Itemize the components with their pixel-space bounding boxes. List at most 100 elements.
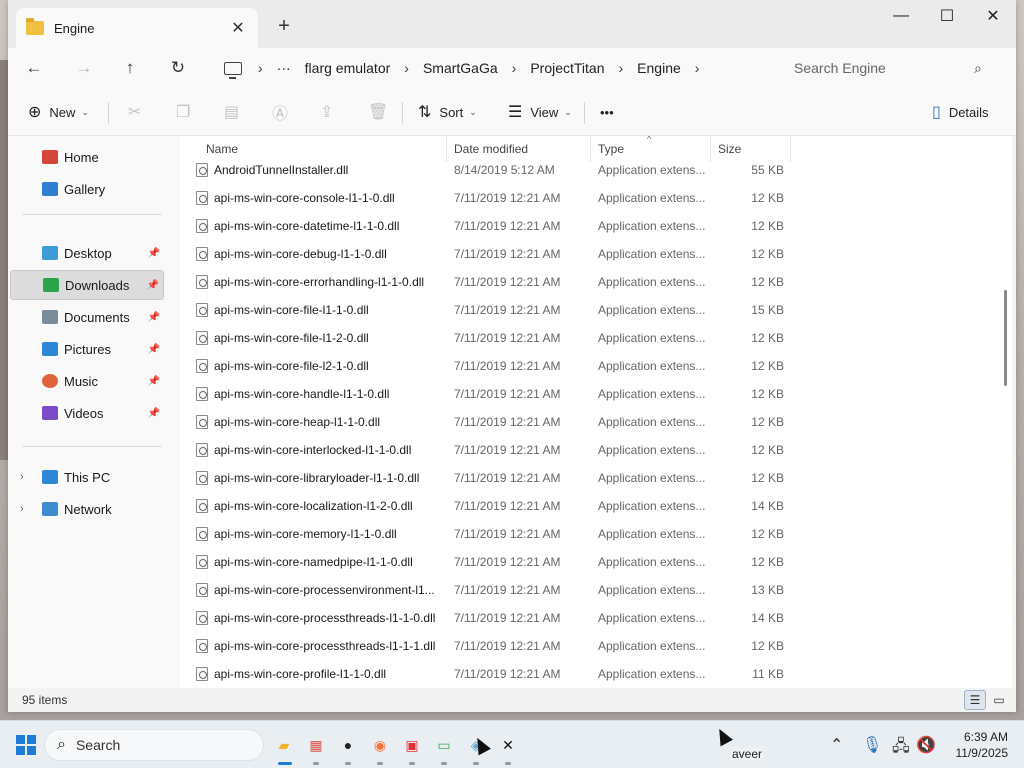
- forward-button[interactable]: →: [68, 52, 100, 84]
- details-view-button[interactable]: ☰: [964, 690, 986, 710]
- tiles-view-button[interactable]: ▭: [988, 690, 1010, 710]
- back-button[interactable]: ←: [18, 52, 50, 84]
- breadcrumb-engine[interactable]: Engine: [637, 60, 681, 76]
- table-row[interactable]: api-ms-win-core-memory-l1-1-0.dll 7/11/20…: [180, 520, 1000, 548]
- volume-muted-icon[interactable]: 🔇: [916, 735, 936, 755]
- table-row[interactable]: api-ms-win-core-processthreads-l1-1-1.dl…: [180, 632, 1000, 660]
- new-tab-button[interactable]: +: [270, 12, 298, 40]
- file-explorer-icon[interactable]: ▰: [270, 731, 298, 765]
- column-header-name[interactable]: Name: [206, 142, 238, 156]
- table-row[interactable]: api-ms-win-core-profile-l1-1-0.dll 7/11/2…: [180, 660, 1000, 688]
- search-box[interactable]: ⌕: [784, 52, 1004, 84]
- table-row[interactable]: api-ms-win-core-datetime-l1-1-0.dll 7/11/…: [180, 212, 1000, 240]
- sidebar-item-videos[interactable]: Videos 📌: [10, 398, 164, 428]
- sidebar-item-this-pc[interactable]: › This PC: [10, 462, 164, 492]
- sidebar-item-desktop[interactable]: Desktop 📌: [10, 238, 164, 268]
- pin-icon[interactable]: 📌: [148, 248, 160, 259]
- taskbar-search[interactable]: ⌕ Search: [44, 729, 264, 761]
- network-status-icon[interactable]: 🖧: [892, 735, 910, 762]
- microphone-icon[interactable]: 🎙: [862, 735, 882, 755]
- file-type: Application extens...: [598, 583, 706, 597]
- tab-engine[interactable]: Engine ✕: [16, 8, 258, 48]
- file-name: api-ms-win-core-errorhandling-l1-1-0.dll: [214, 275, 425, 289]
- chevron-right-icon[interactable]: ›: [20, 471, 24, 483]
- table-row[interactable]: api-ms-win-core-errorhandling-l1-1-0.dll…: [180, 268, 1000, 296]
- table-row[interactable]: api-ms-win-core-debug-l1-1-0.dll 7/11/201…: [180, 240, 1000, 268]
- search-input[interactable]: [794, 60, 974, 76]
- pin-icon[interactable]: 📌: [148, 408, 160, 419]
- chevron-right-icon[interactable]: ›: [20, 503, 24, 515]
- share-icon[interactable]: ⇪: [314, 96, 339, 128]
- table-row[interactable]: api-ms-win-core-localization-l1-2-0.dll 7…: [180, 492, 1000, 520]
- close-window-button[interactable]: ✕: [970, 0, 1016, 32]
- pin-icon[interactable]: 📌: [148, 376, 160, 387]
- paste-icon[interactable]: ▤: [218, 96, 245, 128]
- table-row[interactable]: api-ms-win-core-handle-l1-1-0.dll 7/11/20…: [180, 380, 1000, 408]
- firefox-icon[interactable]: ◉: [366, 731, 394, 765]
- sort-button[interactable]: ⇅ Sort ⌄: [412, 96, 483, 128]
- maximize-button[interactable]: ☐: [924, 0, 970, 32]
- capcut-icon[interactable]: ✕: [494, 731, 522, 765]
- file-date: 7/11/2019 12:21 AM: [454, 471, 561, 485]
- sidebar-item-downloads[interactable]: Downloads 📌: [10, 270, 164, 300]
- chevron-right-icon[interactable]: ›: [695, 60, 700, 76]
- remote-app-icon[interactable]: ▣: [398, 731, 426, 765]
- sidebar-item-pictures[interactable]: Pictures 📌: [10, 334, 164, 364]
- table-row[interactable]: api-ms-win-core-namedpipe-l1-1-0.dll 7/11…: [180, 548, 1000, 576]
- terminal-app-icon[interactable]: ▭: [430, 731, 458, 765]
- column-header-date[interactable]: Date modified: [454, 142, 528, 156]
- pin-icon[interactable]: 📌: [148, 312, 160, 323]
- sidebar-item-network[interactable]: › Network: [10, 494, 164, 524]
- new-button[interactable]: ⊕ New ⌄: [22, 96, 95, 128]
- close-tab-icon[interactable]: ✕: [228, 18, 248, 38]
- breadcrumb-flarg-emulator[interactable]: flarg emulator: [305, 60, 391, 76]
- table-row[interactable]: api-ms-win-core-file-l1-1-0.dll 7/11/2019…: [180, 296, 1000, 324]
- file-size: 12 KB: [751, 471, 784, 485]
- pin-icon[interactable]: 📌: [147, 280, 159, 291]
- table-row[interactable]: api-ms-win-core-processthreads-l1-1-0.dl…: [180, 604, 1000, 632]
- rename-icon[interactable]: Ⓐ: [266, 96, 294, 128]
- file-name: api-ms-win-core-file-l2-1-0.dll: [214, 359, 369, 373]
- scrollbar-thumb[interactable]: [1004, 290, 1007, 386]
- file-type: Application extens...: [598, 387, 706, 401]
- up-button[interactable]: ↑: [114, 52, 146, 84]
- details-button[interactable]: ▯ Details: [926, 96, 995, 128]
- cut-icon[interactable]: ✂: [122, 96, 147, 128]
- table-row[interactable]: api-ms-win-core-heap-l1-1-0.dll 7/11/2019…: [180, 408, 1000, 436]
- column-header-size[interactable]: Size: [718, 142, 741, 156]
- breadcrumb-more[interactable]: ···: [277, 60, 291, 76]
- table-row[interactable]: api-ms-win-core-processenvironment-l1...…: [180, 576, 1000, 604]
- pictures-icon: [42, 342, 58, 356]
- file-date: 7/11/2019 12:21 AM: [454, 555, 561, 569]
- file-date: 7/11/2019 12:21 AM: [454, 275, 561, 289]
- start-button[interactable]: [16, 735, 36, 755]
- app-grid-icon[interactable]: ▦: [302, 731, 330, 765]
- sidebar-item-documents[interactable]: Documents 📌: [10, 302, 164, 332]
- sidebar-item-home[interactable]: Home: [10, 142, 164, 172]
- sidebar-item-gallery[interactable]: Gallery: [10, 174, 164, 204]
- table-row[interactable]: AndroidTunnelInstaller.dll 8/14/2019 5:12…: [180, 156, 1000, 184]
- table-row[interactable]: api-ms-win-core-file-l1-2-0.dll 7/11/2019…: [180, 324, 1000, 352]
- taskbar: ⌕ Search ▰ ▦ ● ◉ ▣ ▭ ◈ ✕ ⌃ 🎙 🖧 🔇 6:39 AM 11/9/2…: [0, 720, 1024, 768]
- refresh-button[interactable]: ↻: [162, 52, 194, 84]
- table-row[interactable]: api-ms-win-core-libraryloader-l1-1-0.dll…: [180, 464, 1000, 492]
- view-button[interactable]: ☰ View ⌄: [502, 96, 578, 128]
- sidebar-item-music[interactable]: Music 📌: [10, 366, 164, 396]
- vertical-scrollbar[interactable]: [1000, 136, 1012, 688]
- delete-icon[interactable]: 🗑: [362, 96, 394, 128]
- table-row[interactable]: api-ms-win-core-file-l2-1-0.dll 7/11/2019…: [180, 352, 1000, 380]
- game-app-icon[interactable]: ●: [334, 731, 362, 765]
- table-row[interactable]: api-ms-win-core-interlocked-l1-1-0.dll 7/…: [180, 436, 1000, 464]
- breadcrumb-projecttitan[interactable]: ProjectTitan: [530, 60, 604, 76]
- sidebar-item-label: Documents: [64, 309, 130, 325]
- copy-icon[interactable]: ❐: [170, 96, 196, 128]
- column-header-type[interactable]: Type: [598, 142, 624, 156]
- clock[interactable]: 6:39 AM 11/9/2025: [956, 729, 1009, 761]
- address-bar[interactable]: › ··· flarg emulator › SmartGaGa › Proje…: [214, 52, 776, 84]
- table-row[interactable]: api-ms-win-core-console-l1-1-0.dll 7/11/2…: [180, 184, 1000, 212]
- show-hidden-icons-icon[interactable]: ⌃: [830, 735, 843, 755]
- pin-icon[interactable]: 📌: [148, 344, 160, 355]
- minimize-button[interactable]: —: [878, 0, 924, 32]
- more-options-button[interactable]: •••: [594, 96, 620, 128]
- breadcrumb-smartgaga[interactable]: SmartGaGa: [423, 60, 498, 76]
